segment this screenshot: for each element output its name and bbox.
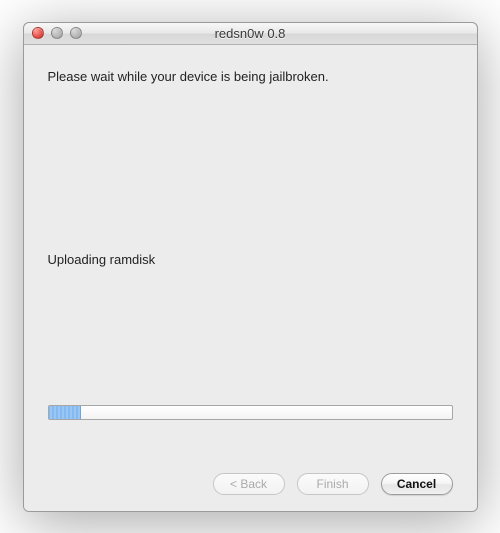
- status-message: Uploading ramdisk: [48, 252, 453, 267]
- minimize-icon: [51, 27, 63, 39]
- traffic-lights: [24, 27, 82, 39]
- progress-bar: [48, 405, 453, 420]
- content-area: Please wait while your device is being j…: [24, 45, 477, 511]
- main-message: Please wait while your device is being j…: [48, 69, 453, 84]
- finish-button: Finish: [297, 473, 369, 495]
- progress-area: [48, 405, 453, 420]
- titlebar[interactable]: redsn0w 0.8: [24, 23, 477, 45]
- progress-fill: [49, 406, 81, 419]
- button-row: < Back Finish Cancel: [48, 457, 453, 497]
- back-button: < Back: [213, 473, 285, 495]
- window-title: redsn0w 0.8: [24, 26, 477, 41]
- close-icon[interactable]: [32, 27, 44, 39]
- cancel-button[interactable]: Cancel: [381, 473, 453, 495]
- app-window: redsn0w 0.8 Please wait while your devic…: [23, 22, 478, 512]
- zoom-icon: [70, 27, 82, 39]
